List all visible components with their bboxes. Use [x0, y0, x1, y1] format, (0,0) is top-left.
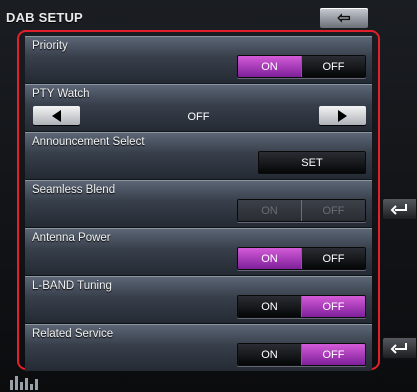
announcement-set-button[interactable]: SET — [258, 151, 366, 174]
priority-toggle: ON OFF — [237, 55, 366, 78]
screen: DAB SETUP ⇦ Priority ON OFF PTY Watch OF… — [0, 0, 417, 392]
priority-label: Priority — [32, 40, 68, 52]
antenna-power-toggle: ON OFF — [237, 247, 366, 270]
seamless-blend-label: Seamless Blend — [32, 184, 116, 196]
side-back-button-upper[interactable] — [382, 198, 417, 220]
antenna-power-on-button[interactable]: ON — [238, 248, 301, 269]
related-service-off-button[interactable]: OFF — [301, 344, 365, 365]
row-priority: Priority ON OFF — [25, 36, 372, 83]
lband-tuning-on-button[interactable]: ON — [238, 296, 301, 317]
seamless-blend-off-button: OFF — [301, 200, 365, 221]
antenna-power-off-button[interactable]: OFF — [301, 248, 365, 269]
announcement-label: Announcement Select — [32, 136, 145, 148]
related-service-toggle: ON OFF — [237, 343, 366, 366]
seamless-blend-on-button: ON — [238, 200, 301, 221]
pty-prev-button[interactable] — [33, 106, 80, 125]
back-button-top[interactable]: ⇦ — [320, 8, 368, 28]
row-related-service: Related Service ON OFF — [25, 324, 372, 371]
left-triangle-icon — [52, 109, 61, 122]
back-arrow-icon: ⇦ — [337, 10, 351, 27]
priority-off-button[interactable]: OFF — [301, 56, 365, 77]
pty-watch-label: PTY Watch — [32, 88, 90, 100]
settings-panel: Priority ON OFF PTY Watch OFF Announceme… — [17, 30, 380, 371]
right-triangle-icon — [338, 109, 347, 122]
row-announcement-select: Announcement Select SET — [25, 132, 372, 179]
related-service-label: Related Service — [32, 328, 114, 340]
pty-next-button[interactable] — [319, 106, 366, 125]
lband-tuning-toggle: ON OFF — [237, 295, 366, 318]
priority-on-button[interactable]: ON — [238, 56, 301, 77]
side-back-button-lower[interactable] — [382, 337, 417, 359]
related-service-on-button[interactable]: ON — [238, 344, 301, 365]
row-lband-tuning: L-BAND Tuning ON OFF — [25, 276, 372, 323]
page-title: DAB SETUP — [6, 10, 83, 25]
lband-tuning-label: L-BAND Tuning — [32, 280, 112, 292]
lband-tuning-off-button[interactable]: OFF — [301, 296, 365, 317]
row-antenna-power: Antenna Power ON OFF — [25, 228, 372, 275]
row-seamless-blend: Seamless Blend ON OFF — [25, 180, 372, 227]
return-arrow-icon — [390, 204, 407, 215]
equalizer-icon[interactable] — [10, 372, 50, 390]
row-pty-watch: PTY Watch OFF — [25, 84, 372, 131]
antenna-power-label: Antenna Power — [32, 232, 111, 244]
return-arrow-icon — [390, 343, 407, 354]
seamless-blend-toggle: ON OFF — [237, 199, 366, 222]
